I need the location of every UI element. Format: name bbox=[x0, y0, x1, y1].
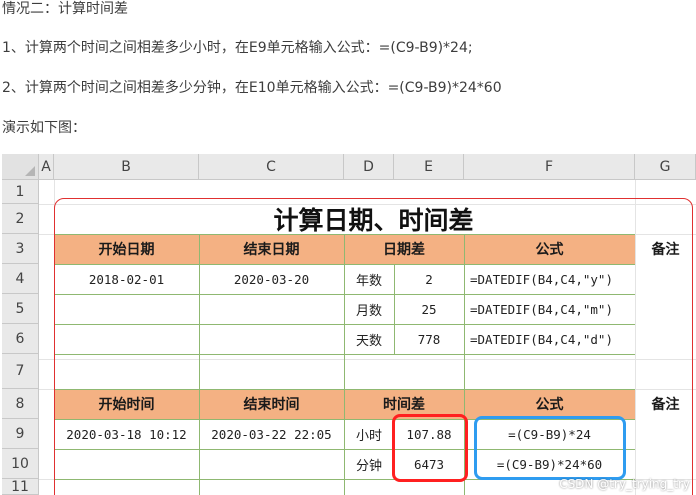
step-1-text: 1、计算两个时间之间相差多少小时，在E9单元格输入公式：=(C9-B9)*24; bbox=[2, 40, 473, 56]
cell-start-date[interactable]: 2018-02-01 bbox=[54, 264, 199, 294]
row-header-8[interactable]: 8 bbox=[2, 389, 39, 419]
cell-unit-years[interactable]: 年数 bbox=[344, 264, 394, 294]
select-all-corner[interactable] bbox=[2, 154, 39, 180]
row-header-11[interactable]: 11 bbox=[2, 479, 39, 495]
header-time-note[interactable]: 备注 bbox=[635, 389, 696, 419]
row-header-4[interactable]: 4 bbox=[2, 264, 39, 294]
row-header-5[interactable]: 5 bbox=[2, 294, 39, 324]
cell-unit-hours[interactable]: 小时 bbox=[344, 419, 394, 449]
row-header-2[interactable]: 2 bbox=[2, 204, 39, 234]
column-header-b[interactable]: B bbox=[54, 154, 199, 180]
value-highlight-box bbox=[392, 414, 468, 482]
row-header-10[interactable]: 10 bbox=[2, 449, 39, 479]
row-header-1[interactable]: 1 bbox=[2, 180, 39, 204]
cell-months-value[interactable]: 25 bbox=[394, 294, 464, 324]
header-note[interactable]: 备注 bbox=[635, 234, 696, 264]
header-end-date[interactable]: 结束日期 bbox=[199, 234, 344, 264]
row-header-7[interactable]: 7 bbox=[2, 354, 39, 389]
cell-years-formula[interactable]: =DATEDIF(B4,C4,"y") bbox=[464, 264, 635, 294]
header-date-diff[interactable]: 日期差 bbox=[344, 234, 464, 264]
column-header-g[interactable]: G bbox=[635, 154, 696, 180]
corner-triangle-icon bbox=[25, 166, 35, 176]
header-end-time[interactable]: 结束时间 bbox=[199, 389, 344, 419]
header-start-date[interactable]: 开始日期 bbox=[54, 234, 199, 264]
column-header-f[interactable]: F bbox=[464, 154, 635, 180]
header-formula[interactable]: 公式 bbox=[464, 234, 635, 264]
row-header-9[interactable]: 9 bbox=[2, 419, 39, 449]
cell-days-value[interactable]: 778 bbox=[394, 324, 464, 354]
formula-highlight-box bbox=[474, 416, 626, 480]
spreadsheet: A B C D E F G 1 2 3 4 5 6 7 8 9 10 11 计算… bbox=[2, 154, 696, 495]
sheet-title: 计算日期、时间差 bbox=[273, 206, 474, 235]
demo-caption: 演示如下图： bbox=[2, 120, 86, 136]
cell-end-date[interactable]: 2020-03-20 bbox=[199, 264, 344, 294]
cell-days-formula[interactable]: =DATEDIF(B4,C4,"d") bbox=[464, 324, 635, 354]
header-time-formula[interactable]: 公式 bbox=[464, 389, 635, 419]
header-start-time[interactable]: 开始时间 bbox=[54, 389, 199, 419]
cell-unit-minutes[interactable]: 分钟 bbox=[344, 449, 394, 479]
column-header-c[interactable]: C bbox=[199, 154, 344, 180]
cell-start-time[interactable]: 2020-03-18 10:12 bbox=[54, 419, 199, 449]
row-header-6[interactable]: 6 bbox=[2, 324, 39, 354]
column-header-d[interactable]: D bbox=[344, 154, 394, 180]
cell-months-formula[interactable]: =DATEDIF(B4,C4,"m") bbox=[464, 294, 635, 324]
step-2-text: 2、计算两个时间之间相差多少分钟，在E10单元格输入公式：=(C9-B9)*24… bbox=[2, 80, 502, 96]
cell-unit-months[interactable]: 月数 bbox=[344, 294, 394, 324]
section-heading: 情况二：计算时间差 bbox=[2, 1, 128, 17]
cell-unit-days[interactable]: 天数 bbox=[344, 324, 394, 354]
watermark: CSDN @try_trying_try bbox=[559, 477, 690, 491]
cell-years-value[interactable]: 2 bbox=[394, 264, 464, 294]
cell-end-time[interactable]: 2020-03-22 22:05 bbox=[199, 419, 344, 449]
row-header-3[interactable]: 3 bbox=[2, 234, 39, 264]
column-header-a[interactable]: A bbox=[39, 154, 54, 180]
column-header-e[interactable]: E bbox=[394, 154, 464, 180]
